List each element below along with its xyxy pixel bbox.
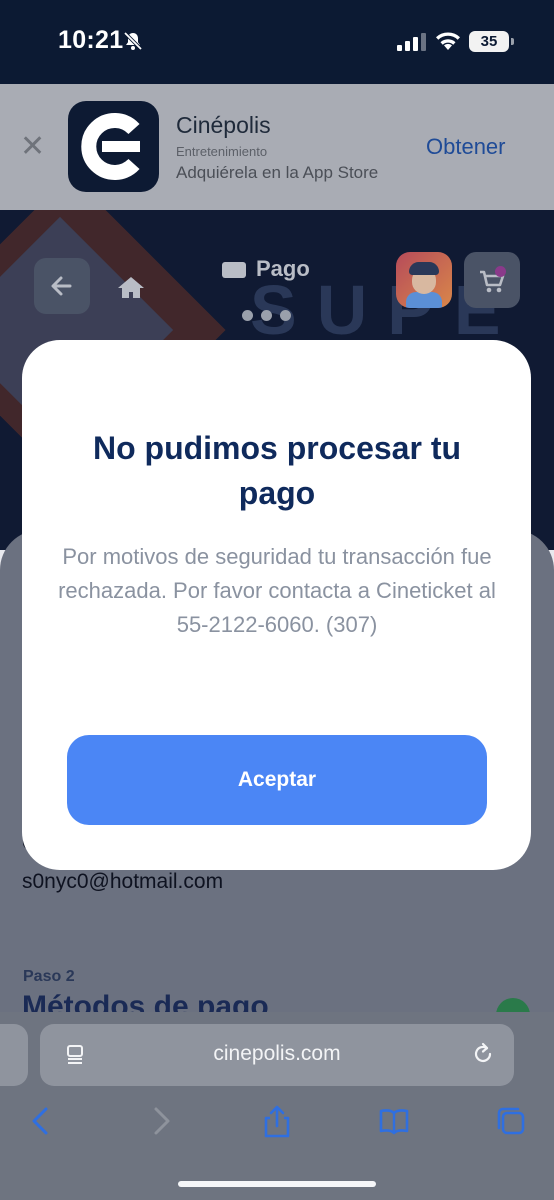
reload-icon[interactable] (470, 1041, 496, 1067)
page-title-label: Pago (256, 256, 310, 281)
avatar[interactable] (396, 252, 452, 308)
silent-bell-icon (123, 31, 143, 51)
step-label: Paso 2 (23, 968, 75, 985)
signal-icon (397, 33, 426, 51)
home-icon[interactable] (117, 276, 145, 298)
accept-button[interactable]: Aceptar (67, 735, 487, 825)
cinepolis-app-icon[interactable] (68, 101, 159, 192)
dialog-title: No pudimos procesar tu pago (92, 430, 462, 511)
url-text[interactable]: cinepolis.com (40, 1042, 514, 1066)
previous-tab[interactable] (0, 1024, 28, 1086)
status-time: 10:21 (58, 26, 124, 54)
close-icon[interactable]: ✕ (20, 132, 45, 162)
error-dialog: No pudimos procesar tu pago Por motivos … (22, 340, 531, 870)
app-category: Entretenimiento (176, 144, 268, 159)
ticket-icon (222, 262, 246, 279)
home-indicator (178, 1181, 376, 1187)
cart-icon (480, 270, 505, 293)
cart-button[interactable] (464, 252, 520, 308)
email-value: s0nyc0@hotmail.com (22, 870, 224, 893)
cinepolis-logo-icon (81, 113, 140, 180)
forward-arrow-icon[interactable] (144, 1104, 178, 1138)
back-button[interactable] (34, 258, 90, 314)
cart-badge (495, 266, 506, 277)
page-title: Pago (222, 256, 310, 282)
step-dots (242, 308, 299, 326)
dialog-message: Por motivos de seguridad tu transacción … (58, 544, 496, 637)
arrow-left-icon (51, 276, 72, 296)
tabs-icon[interactable] (494, 1104, 528, 1138)
wifi-icon (436, 32, 460, 50)
app-name: Cinépolis (176, 112, 271, 138)
app-subtitle: Adquiérela en la App Store (176, 163, 379, 182)
back-arrow-icon[interactable] (24, 1104, 58, 1138)
get-app-button[interactable]: Obtener (426, 134, 506, 160)
bookmarks-icon[interactable] (377, 1104, 411, 1138)
share-icon[interactable] (260, 1104, 294, 1138)
battery-indicator: 35 (469, 31, 514, 52)
